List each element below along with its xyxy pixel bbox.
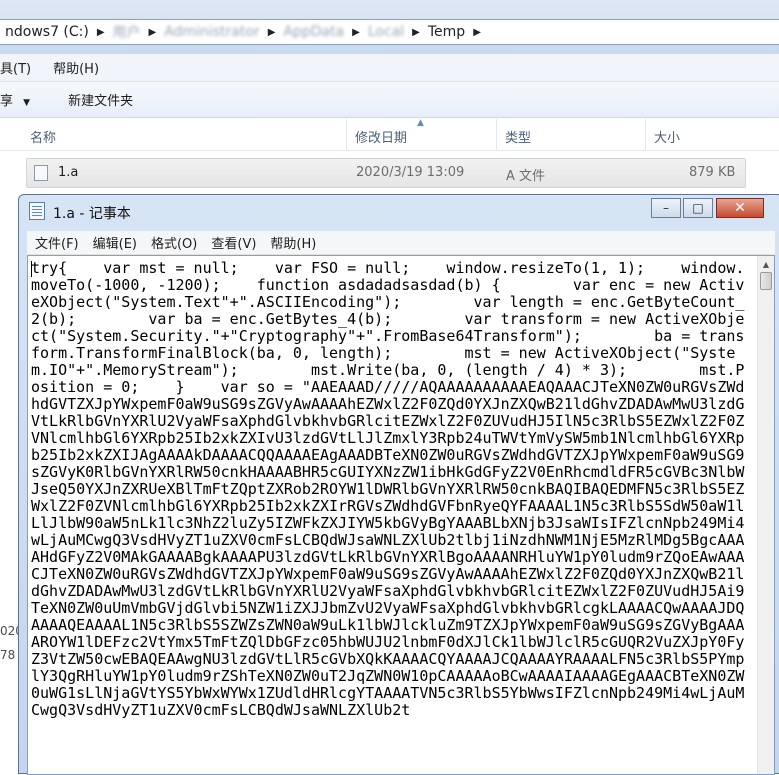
new-folder-button[interactable]: 新建文件夹 — [68, 90, 133, 109]
column-divider[interactable] — [496, 119, 497, 150]
breadcrumb-separator-icon[interactable]: ▶ — [266, 27, 278, 38]
explorer-menu-bar: 具(T) 帮助(H) — [0, 54, 779, 82]
breadcrumb-current[interactable]: Temp — [422, 24, 471, 40]
menu-help[interactable]: 帮助(H) — [53, 58, 107, 77]
breadcrumb-separator-icon[interactable]: ▶ — [410, 27, 422, 38]
scroll-up-icon[interactable]: ▲ — [759, 257, 773, 271]
file-size: 879 KB — [689, 165, 736, 180]
breadcrumb-drive[interactable]: ndows7 (C:) — [0, 24, 95, 40]
breadcrumb-item[interactable]: 用户 — [107, 22, 147, 42]
file-modified: 2020/3/19 13:09 — [356, 165, 465, 180]
breadcrumb-separator-icon[interactable]: ▶ — [471, 27, 483, 38]
breadcrumb-separator-icon[interactable]: ▶ — [95, 27, 107, 38]
breadcrumb-item[interactable]: Administrator — [158, 24, 265, 40]
minimize-icon: – — [663, 201, 669, 215]
editor-content[interactable]: try{ var mst = null; var FSO = null; win… — [31, 260, 749, 719]
column-name[interactable]: 名称 — [30, 127, 56, 146]
share-button[interactable]: 享 ▼ — [0, 90, 30, 109]
breadcrumb[interactable]: ndows7 (C:) ▶ 用户 ▶ Administrator ▶ AppDa… — [0, 19, 779, 45]
column-divider[interactable] — [645, 119, 646, 150]
notepad-window: 1.a - 记事本 – □ ✕ 文件(F) 编辑(E) 格式(O) 查看(V) … — [18, 194, 779, 775]
minimize-button[interactable]: – — [651, 198, 681, 218]
text-editor[interactable]: try{ var mst = null; var FSO = null; win… — [27, 255, 775, 775]
notepad-title-bar[interactable]: 1.a - 记事本 – □ ✕ — [19, 195, 779, 227]
sort-up-icon: ▲ — [417, 118, 424, 128]
maximize-icon: □ — [692, 201, 704, 215]
file-row[interactable]: 1.a 2020/3/19 13:09 A 文件 879 KB — [26, 158, 746, 188]
notepad-icon — [29, 202, 45, 220]
notepad-menu-bar: 文件(F) 编辑(E) 格式(O) 查看(V) 帮助(H) — [27, 231, 775, 255]
share-label: 享 — [0, 94, 14, 109]
chevron-down-icon: ▼ — [23, 98, 31, 108]
breadcrumb-separator-icon[interactable]: ▶ — [350, 27, 362, 38]
text-caret — [31, 261, 32, 277]
vertical-scrollbar[interactable]: ▲ — [757, 256, 774, 774]
close-icon: ✕ — [734, 200, 746, 216]
window-title: 1.a - 记事本 — [53, 206, 131, 222]
menu-tools[interactable]: 具(T) — [0, 58, 39, 77]
menu-format[interactable]: 格式(O) — [151, 233, 197, 252]
menu-file[interactable]: 文件(F) — [35, 233, 79, 252]
menu-help[interactable]: 帮助(H) — [270, 233, 316, 252]
file-list-header: 名称 修改日期 ▲ 类型 大小 — [0, 118, 779, 151]
breadcrumb-item[interactable]: Local — [362, 24, 410, 40]
menu-edit[interactable]: 编辑(E) — [93, 233, 137, 252]
menu-view[interactable]: 查看(V) — [211, 233, 256, 252]
peek-text: 78 — [0, 648, 16, 662]
column-size[interactable]: 大小 — [654, 127, 680, 146]
file-name: 1.a — [58, 165, 79, 180]
column-type[interactable]: 类型 — [505, 127, 531, 146]
breadcrumb-separator-icon[interactable]: ▶ — [147, 27, 159, 38]
breadcrumb-item[interactable]: AppData — [277, 24, 350, 40]
close-button[interactable]: ✕ — [716, 198, 764, 218]
column-modified[interactable]: 修改日期 — [355, 127, 407, 146]
explorer-toolbar: 享 ▼ 新建文件夹 — [0, 82, 779, 118]
file-type: A 文件 — [506, 169, 546, 184]
explorer-address-bar: ndows7 (C:) ▶ 用户 ▶ Administrator ▶ AppDa… — [0, 0, 779, 54]
column-divider[interactable] — [346, 119, 347, 150]
file-icon — [34, 165, 48, 181]
scroll-thumb[interactable] — [760, 272, 772, 290]
maximize-button[interactable]: □ — [683, 198, 713, 218]
